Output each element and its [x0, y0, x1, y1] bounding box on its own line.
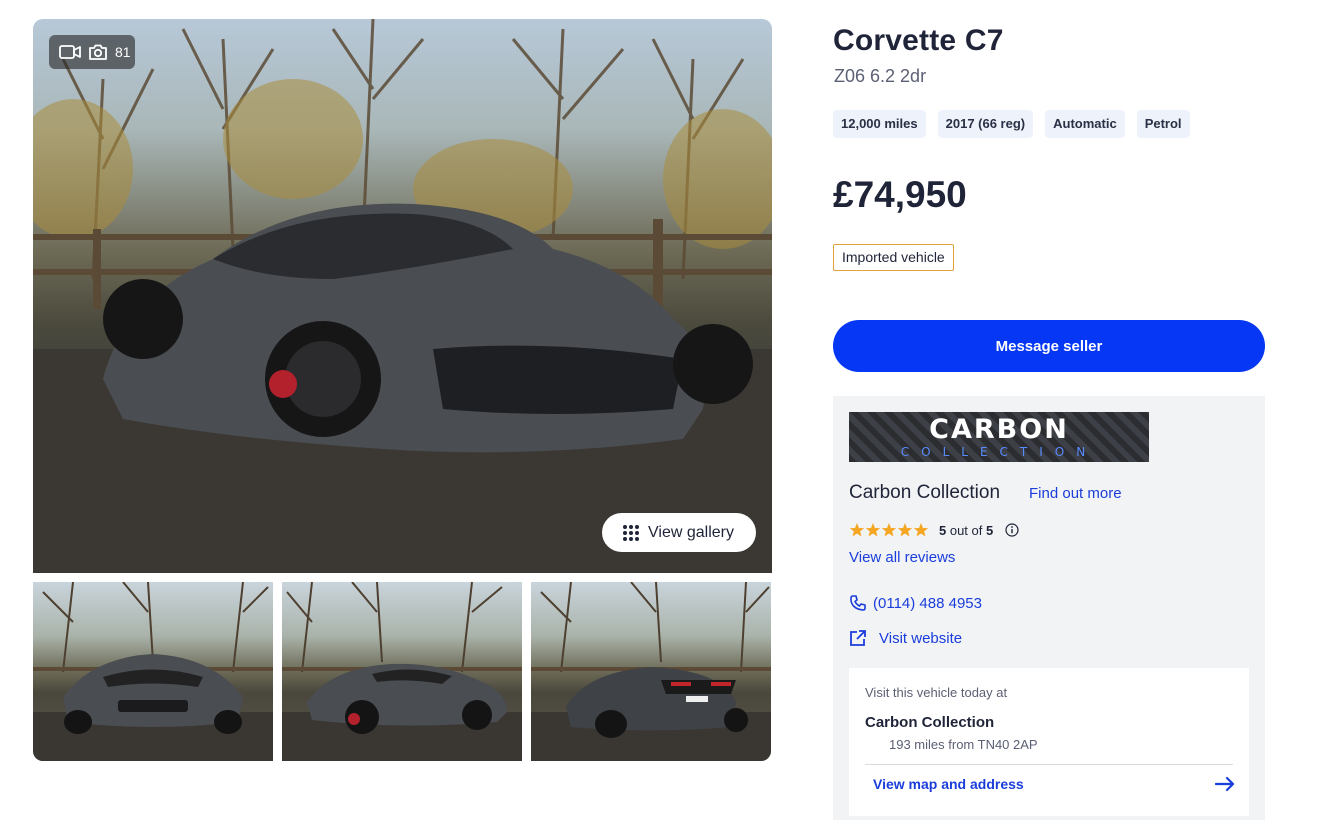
- rating-out-of: out of: [946, 522, 986, 538]
- info-icon[interactable]: [1005, 523, 1019, 537]
- main-photo[interactable]: 81 View gallery: [33, 19, 772, 573]
- video-camera-icon: [59, 45, 81, 59]
- dealer-phone-link[interactable]: (0114) 488 4953: [849, 594, 982, 612]
- media-count-badge[interactable]: 81: [49, 35, 135, 69]
- gallery-thumbnail[interactable]: [531, 582, 771, 761]
- spec-chip-fuel: Petrol: [1136, 110, 1190, 138]
- dealer-logo-sub: COLLECTION: [900, 445, 1098, 459]
- vehicle-subtitle: Z06 6.2 2dr: [834, 66, 927, 86]
- rating-max: 5: [985, 522, 994, 538]
- view-all-reviews-link[interactable]: View all reviews: [849, 549, 955, 566]
- spec-chip-year: 2017 (66 reg): [937, 110, 1034, 138]
- spec-chips: 12,000 miles 2017 (66 reg) Automatic Pet…: [833, 110, 1190, 138]
- star-icon: [881, 523, 897, 537]
- car-photo-main: [33, 19, 772, 573]
- car-photo-side: [282, 582, 522, 761]
- photo-count: 81: [115, 44, 131, 60]
- gallery-thumbnail[interactable]: [33, 582, 273, 761]
- imported-vehicle-badge: Imported vehicle: [833, 244, 954, 271]
- rating-text: 5 out of 5: [939, 523, 993, 538]
- grid-dots-icon: [623, 524, 639, 541]
- star-icon: [913, 523, 929, 537]
- message-seller-button[interactable]: Message seller: [833, 320, 1265, 372]
- external-link-icon: [850, 630, 866, 646]
- dealer-rating: 5 out of 5: [849, 522, 1019, 538]
- dealer-phone: (0114) 488 4953: [873, 594, 982, 612]
- visit-distance: 193 miles from TN40 2AP: [889, 737, 1038, 752]
- visit-website-label: Visit website: [879, 629, 963, 647]
- spec-chip-mileage: 12,000 miles: [833, 110, 926, 138]
- car-photo-front: [33, 582, 273, 761]
- star-icon: [897, 523, 913, 537]
- visit-dealer-name: Carbon Collection: [865, 714, 995, 731]
- star-icon: [865, 523, 881, 537]
- gallery-thumbnail[interactable]: [282, 582, 522, 761]
- visit-website-link[interactable]: Visit website: [849, 629, 962, 647]
- car-photo-rear: [531, 582, 771, 761]
- phone-icon: [850, 595, 866, 611]
- dealer-card: CARBON COLLECTION Carbon Collection Find…: [833, 396, 1265, 820]
- visit-label: Visit this vehicle today at: [865, 685, 1008, 700]
- star-icon: [849, 523, 865, 537]
- arrow-right-icon[interactable]: [1215, 776, 1235, 792]
- view-map-link[interactable]: View map and address: [873, 776, 1024, 792]
- divider: [865, 764, 1233, 765]
- camera-icon: [89, 44, 107, 60]
- view-gallery-button[interactable]: View gallery: [602, 513, 756, 552]
- find-out-more-link[interactable]: Find out more: [1029, 485, 1122, 502]
- dealer-name: Carbon Collection: [849, 482, 1001, 503]
- vehicle-title: Corvette C7: [833, 24, 1004, 57]
- view-gallery-label: View gallery: [648, 523, 734, 541]
- vehicle-price: £74,950: [833, 174, 967, 215]
- rating-stars: [849, 522, 929, 538]
- dealer-logo-main: CARBON: [929, 414, 1069, 445]
- visit-location-card: Visit this vehicle today at Carbon Colle…: [849, 668, 1249, 816]
- dealer-logo[interactable]: CARBON COLLECTION: [849, 412, 1149, 462]
- spec-chip-transmission: Automatic: [1045, 110, 1125, 138]
